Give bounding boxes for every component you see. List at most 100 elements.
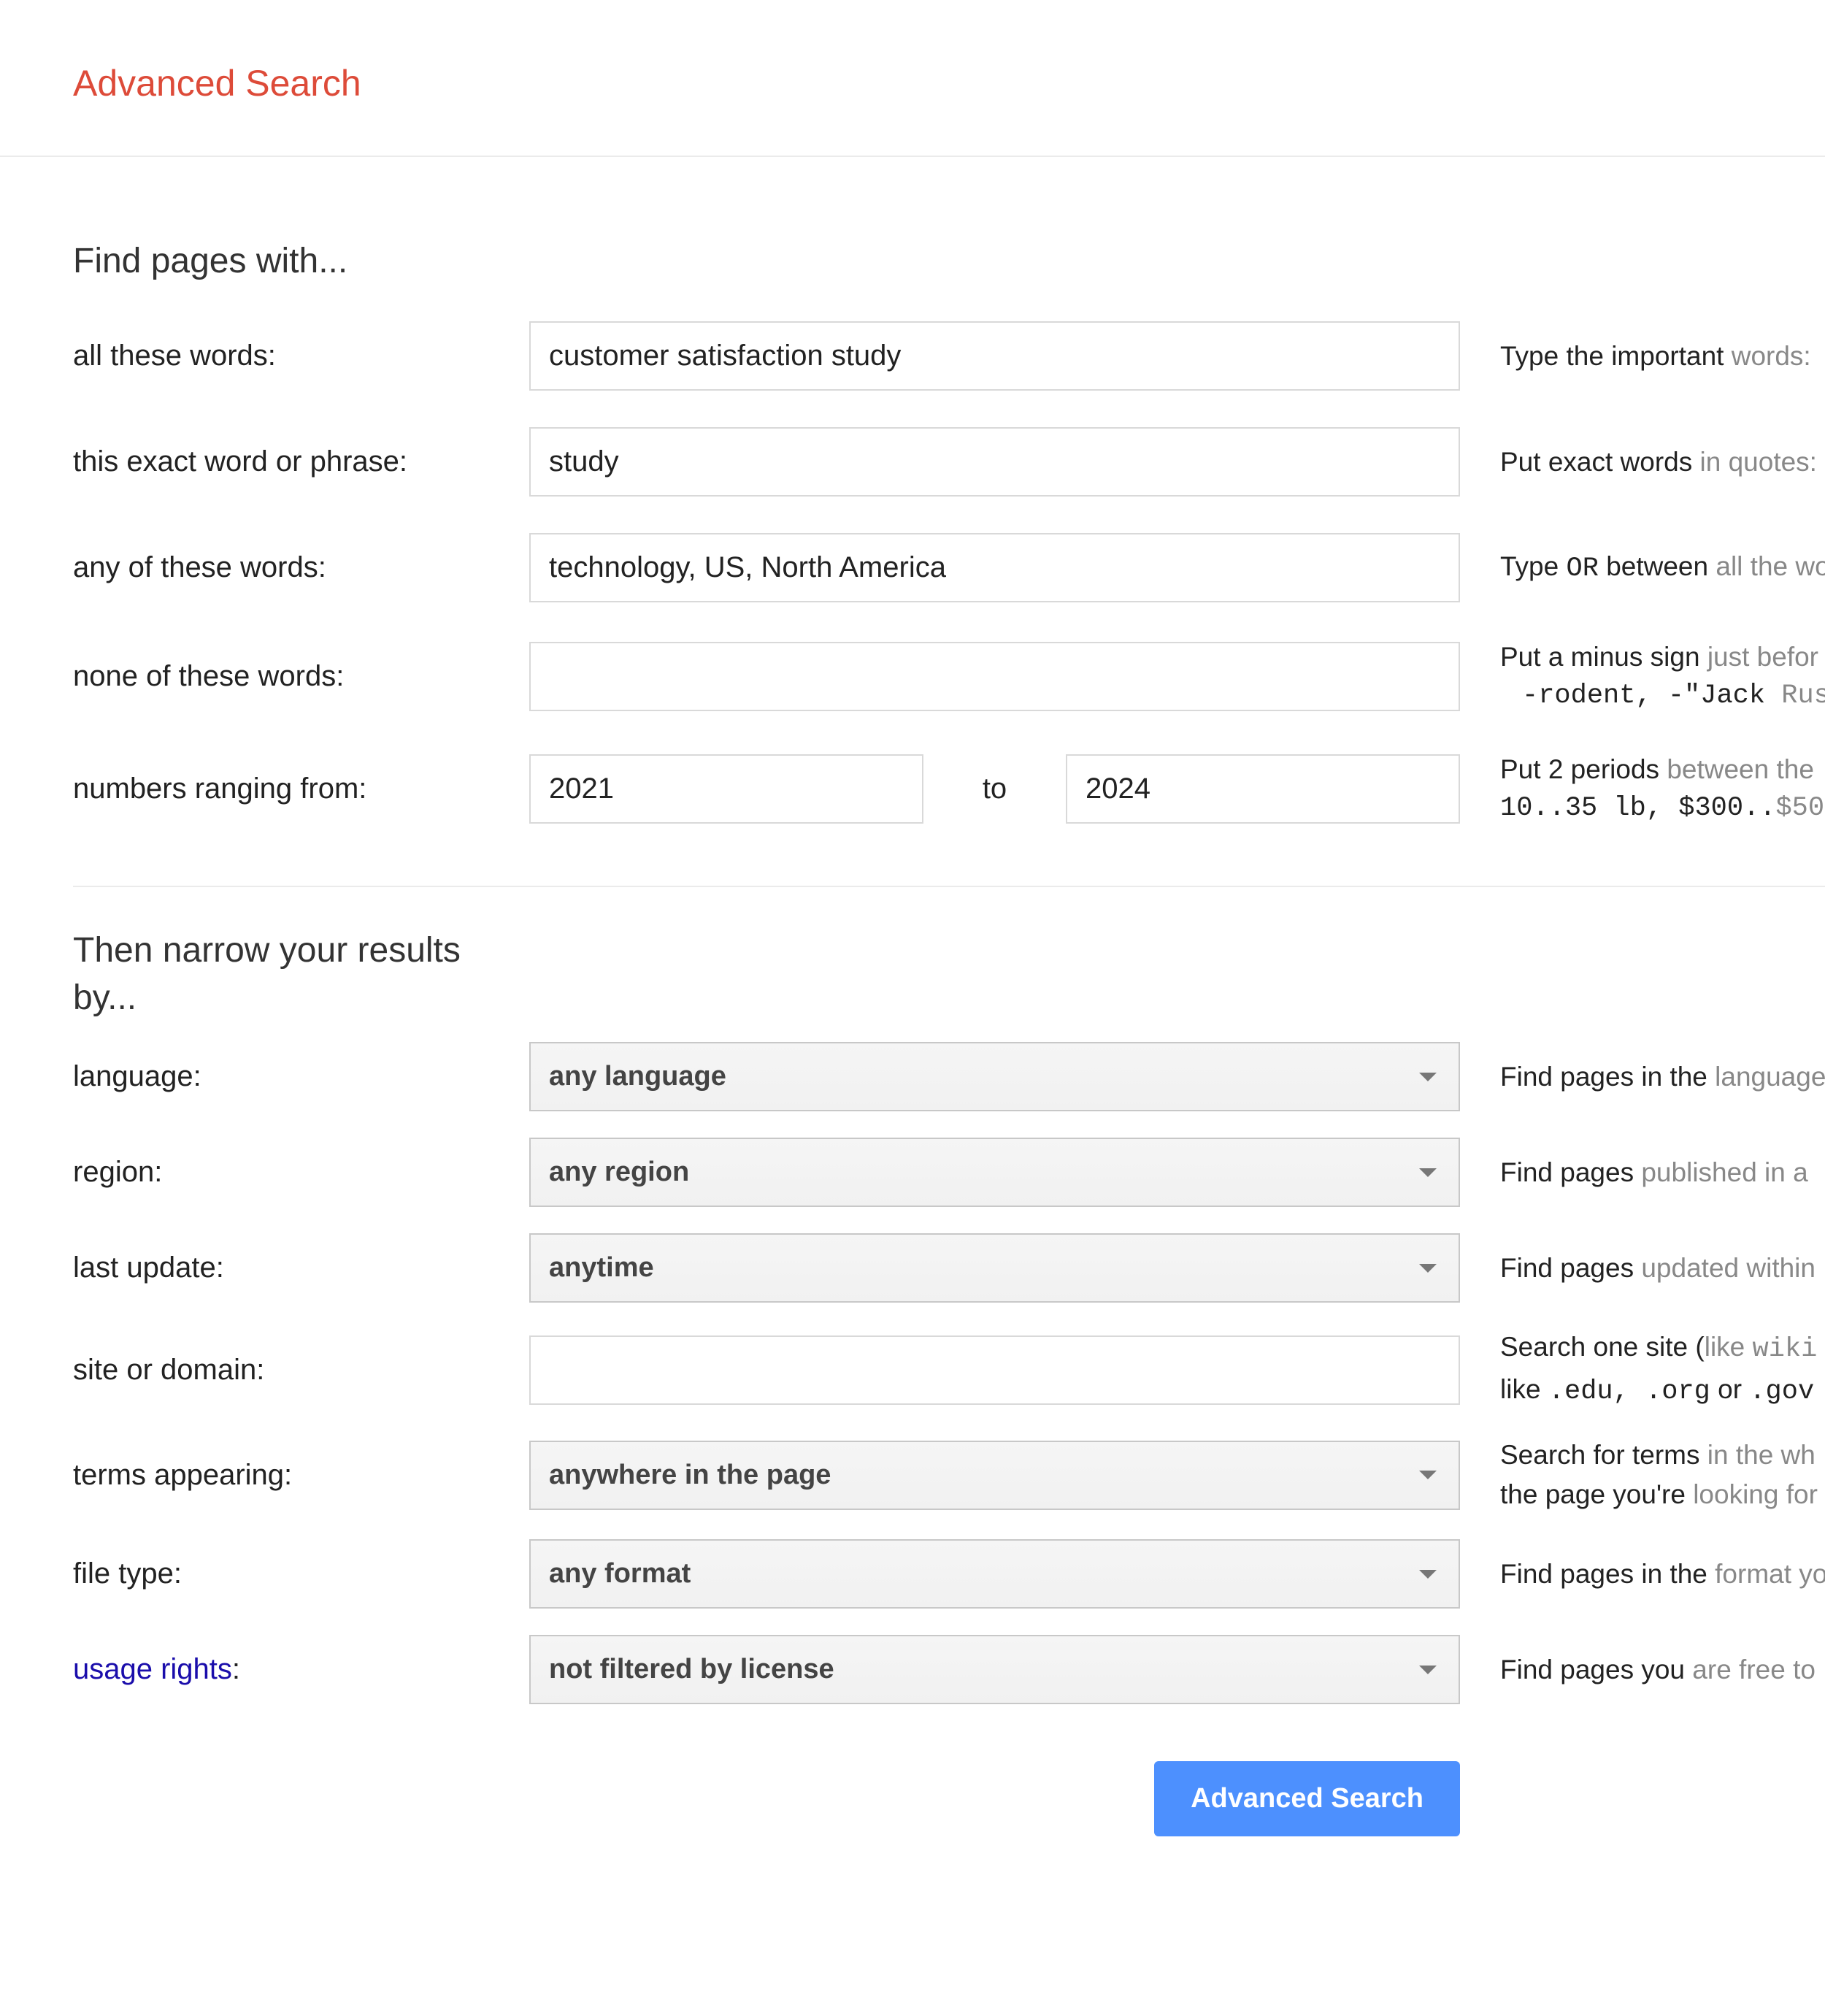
- section-find-pages-header-row: Find pages with... To do this in the sea…: [73, 157, 1825, 303]
- page-title: Advanced Search: [73, 62, 1825, 104]
- help-text-fragment: Search one site (: [1500, 1332, 1705, 1362]
- help-number-range: Put 2 periods between the 10..35 lb, $30…: [1500, 751, 1825, 827]
- help-text-fragment: Put a minus sign: [1500, 642, 1707, 672]
- help-language: Find pages in the language: [1500, 1062, 1825, 1092]
- label-none-words: none of these words:: [73, 660, 529, 693]
- select-usage-rights-value: not filtered by license: [549, 1654, 834, 1685]
- help-text-fragment: looking for: [1693, 1479, 1818, 1509]
- input-exact-phrase[interactable]: [529, 427, 1460, 497]
- help-text-fragment: updated within: [1641, 1253, 1816, 1283]
- input-area-file-type: any format: [529, 1539, 1460, 1609]
- help-text-fragment: wiki: [1753, 1334, 1818, 1365]
- help-exact-phrase: Put exact words in quotes:: [1500, 447, 1817, 478]
- help-text-fragment: in quotes:: [1700, 447, 1817, 477]
- help-text-fragment: Russe: [1781, 681, 1825, 711]
- label-colon: :: [232, 1653, 240, 1685]
- input-number-from[interactable]: [529, 754, 923, 824]
- input-any-words[interactable]: [529, 533, 1460, 602]
- label-terms-appearing: terms appearing:: [73, 1459, 529, 1492]
- label-number-range: numbers ranging from:: [73, 773, 529, 805]
- input-none-words[interactable]: [529, 642, 1460, 711]
- select-usage-rights[interactable]: not filtered by license: [529, 1635, 1460, 1704]
- help-text-fragment: .gov: [1749, 1376, 1814, 1407]
- label-any-words: any of these words:: [73, 551, 529, 584]
- input-area-exact-phrase: [529, 427, 1460, 497]
- help-usage-rights: Find pages you are free to: [1500, 1655, 1816, 1685]
- page-header: Advanced Search: [0, 0, 1825, 157]
- select-region-value: any region: [549, 1157, 689, 1188]
- chevron-down-icon: [1419, 1666, 1437, 1674]
- select-language[interactable]: any language: [529, 1042, 1460, 1111]
- chevron-down-icon: [1419, 1570, 1437, 1579]
- input-all-these-words[interactable]: [529, 321, 1460, 391]
- label-site-domain: site or domain:: [73, 1354, 529, 1387]
- row-terms-appearing: terms appearing: anywhere in the page Se…: [73, 1424, 1825, 1526]
- help-text-fragment: are free to: [1692, 1655, 1816, 1685]
- input-area-all-these-words: [529, 321, 1460, 391]
- help-text-fragment: Type the important: [1500, 341, 1732, 371]
- input-number-to[interactable]: [1066, 754, 1460, 824]
- help-text-fragment: Find pages: [1500, 1253, 1641, 1283]
- help-text-fragment: language: [1715, 1062, 1825, 1092]
- help-text-fragment: Find pages in the: [1500, 1062, 1715, 1092]
- select-terms-appearing-value: anywhere in the page: [549, 1460, 831, 1491]
- help-text-fragment: .edu, .org: [1548, 1376, 1710, 1407]
- section-find-pages-heading: Find pages with...: [73, 241, 529, 281]
- help-region: Find pages published in a: [1500, 1157, 1808, 1188]
- help-file-type: Find pages in the format yo: [1500, 1559, 1825, 1590]
- advanced-search-button[interactable]: Advanced Search: [1154, 1761, 1460, 1836]
- help-text-fragment: -rodent, -"Jack: [1522, 681, 1781, 711]
- row-usage-rights: usage rights: not filtered by license Fi…: [73, 1622, 1825, 1717]
- label-usage-rights: usage rights:: [73, 1653, 529, 1686]
- help-terms-appearing: Search for terms in the wh the page you'…: [1500, 1437, 1818, 1513]
- help-text-fragment: like: [1705, 1332, 1753, 1362]
- label-language: language:: [73, 1060, 529, 1093]
- select-terms-appearing[interactable]: anywhere in the page: [529, 1441, 1460, 1510]
- input-area-number-range: to: [529, 754, 1460, 824]
- help-text-fragment: in the wh: [1707, 1440, 1816, 1470]
- input-area-terms-appearing: anywhere in the page: [529, 1441, 1460, 1510]
- section-narrow-header-row: Then narrow your results by...: [73, 887, 1825, 1030]
- label-last-update: last update:: [73, 1252, 529, 1284]
- input-area-any-words: [529, 533, 1460, 602]
- chevron-down-icon: [1419, 1073, 1437, 1081]
- help-text-fragment: OR: [1567, 553, 1599, 584]
- help-text-fragment: published in a: [1641, 1157, 1807, 1187]
- submit-row: Advanced Search: [73, 1717, 1825, 1895]
- help-text-fragment: Search for terms: [1500, 1440, 1707, 1470]
- help-text-fragment: 10..35 lb, $300..: [1500, 793, 1775, 824]
- help-text-fragment: like: [1500, 1374, 1548, 1404]
- row-language: language: any language Find pages in the…: [73, 1029, 1825, 1124]
- row-file-type: file type: any format Find pages in the …: [73, 1526, 1825, 1622]
- input-area-site-domain: [529, 1335, 1460, 1405]
- chevron-down-icon: [1419, 1264, 1437, 1273]
- section-narrow-heading: Then narrow your results by...: [73, 927, 529, 1022]
- select-last-update[interactable]: anytime: [529, 1233, 1460, 1303]
- input-area-region: any region: [529, 1138, 1460, 1207]
- help-text-fragment: Put exact words: [1500, 447, 1700, 477]
- help-text-fragment: Find pages: [1500, 1157, 1641, 1187]
- row-number-range: numbers ranging from: to Put 2 periods b…: [73, 733, 1825, 846]
- help-any-words: Type OR between all the wo: [1500, 551, 1825, 584]
- help-text-fragment: just befor: [1707, 642, 1818, 672]
- select-last-update-value: anytime: [549, 1252, 654, 1284]
- help-last-update: Find pages updated within: [1500, 1253, 1816, 1284]
- select-region[interactable]: any region: [529, 1138, 1460, 1207]
- usage-rights-link[interactable]: usage rights: [73, 1653, 232, 1685]
- input-site-domain[interactable]: [529, 1335, 1460, 1405]
- row-exact-phrase: this exact word or phrase: Put exact wor…: [73, 409, 1825, 515]
- row-any-words: any of these words: Type OR between all …: [73, 515, 1825, 621]
- label-all-these-words: all these words:: [73, 340, 529, 372]
- input-area-last-update: anytime: [529, 1233, 1460, 1303]
- chevron-down-icon: [1419, 1168, 1437, 1177]
- select-file-type[interactable]: any format: [529, 1539, 1460, 1609]
- help-text-fragment: Find pages in the: [1500, 1559, 1715, 1589]
- select-file-type-value: any format: [549, 1558, 691, 1590]
- help-text-fragment: between: [1599, 551, 1716, 581]
- help-text-fragment: $500: [1775, 793, 1825, 824]
- help-all-these-words: Type the important words:: [1500, 341, 1811, 372]
- help-none-words: Put a minus sign just befor -rodent, -"J…: [1500, 639, 1825, 715]
- help-text-fragment: between the: [1667, 754, 1814, 784]
- input-area-usage-rights: not filtered by license: [529, 1635, 1460, 1704]
- help-text-fragment: words:: [1732, 341, 1811, 371]
